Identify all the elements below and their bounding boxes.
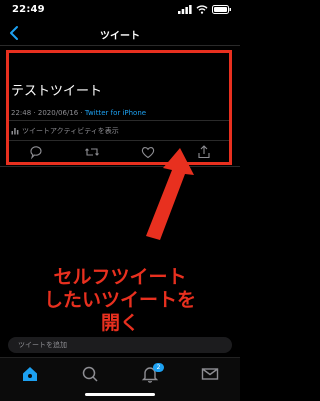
home-indicator xyxy=(85,393,155,396)
search-icon[interactable] xyxy=(80,364,100,384)
compose-bar: ツイートを追加 xyxy=(0,333,240,357)
caption-line: セルフツイート xyxy=(53,266,187,288)
messages-icon[interactable] xyxy=(200,364,220,384)
caption-line: したいツイートを xyxy=(43,289,196,311)
caption-line: 開く xyxy=(100,312,139,334)
reply-input[interactable]: ツイートを追加 xyxy=(8,337,232,353)
annotation-caption: セルフツイート したいツイートを 開く xyxy=(0,266,240,335)
home-icon[interactable] xyxy=(20,364,40,384)
notification-badge: 2 xyxy=(153,363,164,372)
